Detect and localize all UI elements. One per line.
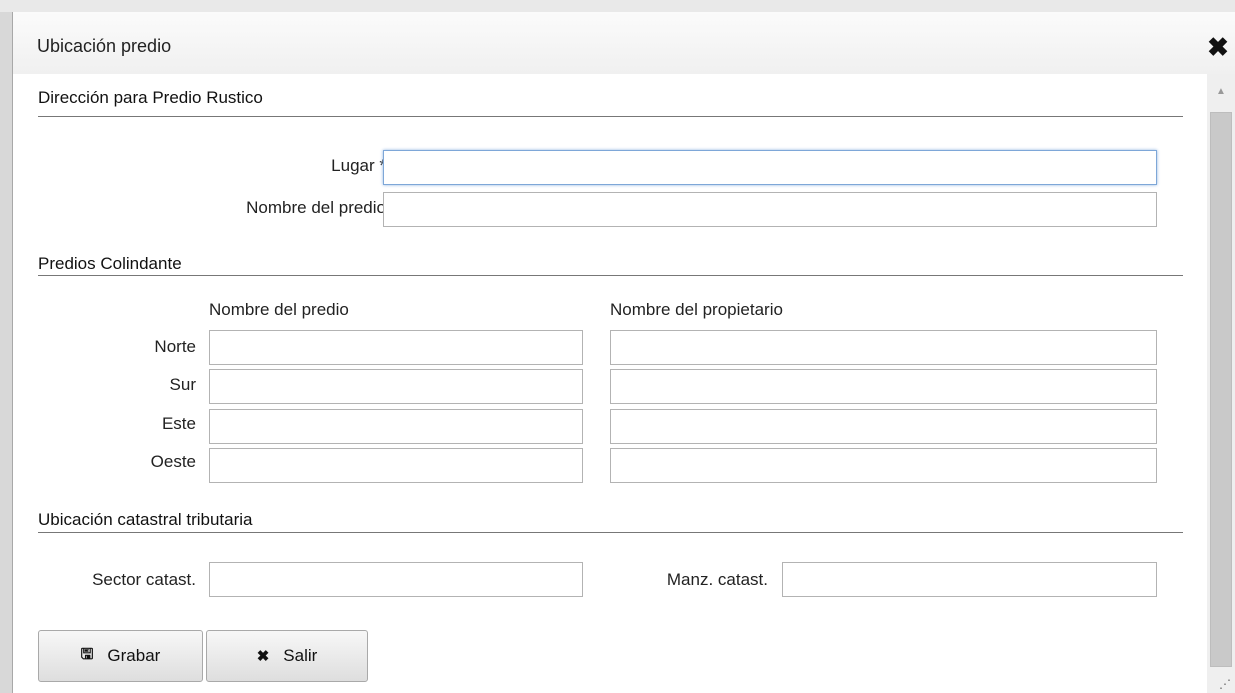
dialog-titlebar[interactable]: Ubicación predio ✖ bbox=[13, 12, 1235, 74]
row-label-norte: Norte bbox=[154, 337, 196, 356]
section-divider bbox=[38, 116, 1183, 117]
norte-propietario-input[interactable] bbox=[610, 330, 1157, 365]
norte-predio-input[interactable] bbox=[209, 330, 583, 365]
oeste-predio-input[interactable] bbox=[209, 448, 583, 483]
section-title-catastral: Ubicación catastral tributaria bbox=[38, 510, 253, 529]
scrollbar-thumb[interactable] bbox=[1210, 112, 1232, 667]
lugar-input[interactable] bbox=[383, 150, 1157, 185]
save-icon: 🖫 bbox=[80, 645, 94, 663]
salir-button-label: Salir bbox=[283, 646, 318, 665]
column-header-propietario: Nombre del propietario bbox=[610, 300, 783, 319]
manz-catast-input[interactable] bbox=[782, 562, 1157, 597]
oeste-propietario-input[interactable] bbox=[610, 448, 1157, 483]
sector-catast-input[interactable] bbox=[209, 562, 583, 597]
row-label-sur: Sur bbox=[169, 375, 196, 394]
background-window-strip bbox=[0, 0, 1235, 12]
ubicacion-predio-dialog: Ubicación predio ✖ Dirección para Predio… bbox=[12, 12, 1235, 693]
grabar-button[interactable]: 🖫 Grabar bbox=[38, 630, 203, 682]
nombre-predio-input[interactable] bbox=[383, 192, 1157, 227]
vertical-scrollbar[interactable]: ▲ bbox=[1207, 74, 1235, 693]
manz-catast-label: Manz. catast. bbox=[666, 570, 768, 589]
section-title-colindantes: Predios Colindante bbox=[38, 254, 182, 273]
resize-grip-icon[interactable]: ⋰ bbox=[1219, 677, 1231, 691]
section-divider bbox=[38, 275, 1183, 276]
grabar-button-label: Grabar bbox=[107, 646, 161, 665]
sur-propietario-input[interactable] bbox=[610, 369, 1157, 404]
dialog-title: Ubicación predio bbox=[37, 36, 172, 56]
lugar-label: Lugar * bbox=[331, 156, 386, 175]
scroll-up-arrow-icon[interactable]: ▲ bbox=[1207, 74, 1235, 110]
salir-button[interactable]: ✖ Salir bbox=[206, 630, 368, 682]
section-divider bbox=[38, 532, 1183, 533]
section-title-direccion: Dirección para Predio Rustico bbox=[38, 88, 263, 107]
este-predio-input[interactable] bbox=[209, 409, 583, 444]
close-icon[interactable]: ✖ bbox=[1205, 34, 1231, 60]
sector-catast-label: Sector catast. bbox=[92, 570, 196, 589]
este-propietario-input[interactable] bbox=[610, 409, 1157, 444]
nombre-predio-label: Nombre del predio bbox=[246, 198, 386, 217]
row-label-este: Este bbox=[161, 414, 196, 433]
sur-predio-input[interactable] bbox=[209, 369, 583, 404]
background-window-edge bbox=[0, 12, 12, 693]
close-icon: ✖ bbox=[256, 648, 270, 665]
dialog-content: Dirección para Predio Rustico Lugar * No… bbox=[13, 74, 1208, 693]
column-header-predio: Nombre del predio bbox=[209, 300, 349, 319]
row-label-oeste: Oeste bbox=[150, 452, 196, 471]
